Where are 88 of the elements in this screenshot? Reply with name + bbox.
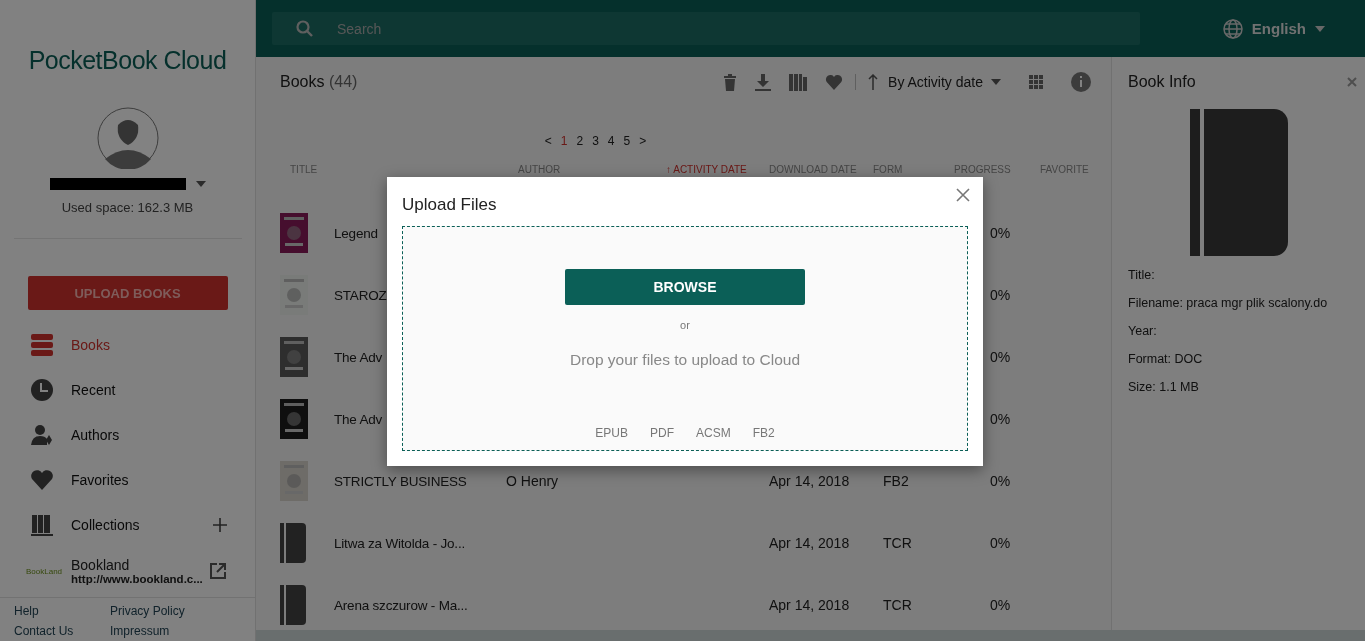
book-title[interactable]: Arena szczurow - Ma... (334, 597, 506, 613)
info-field: Year: (1128, 324, 1349, 352)
sidebar-item[interactable]: Books (71, 336, 227, 353)
info-field: Filename: praca mgr plik scalony.do (1128, 296, 1349, 324)
author-cell: O Henry (506, 473, 559, 489)
books-count: (44) (328, 73, 358, 90)
heart-icon[interactable] (825, 74, 844, 90)
or-text: or (680, 319, 690, 331)
search-icon (296, 20, 313, 37)
progress-cell: 0% (990, 287, 1011, 303)
globe-icon[interactable] (1222, 18, 1243, 39)
library-icon[interactable] (789, 73, 808, 91)
add-icon[interactable] (213, 517, 227, 532)
sidebar-item[interactable]: Recent (71, 381, 227, 398)
progress-cell: 0% (990, 411, 1011, 427)
progress-cell: 0% (990, 225, 1011, 241)
browse-button[interactable]: BROWSE (565, 269, 805, 305)
download-date-cell: Apr 14, 2018 (769, 473, 850, 489)
logo: PocketBook Cloud (28, 46, 227, 75)
format-cell: TCR (883, 535, 912, 551)
drop-zone[interactable]: BROWSE or Drop your files to upload to Cloud EPUB PDF ACSM FB2 (402, 226, 968, 451)
page-link[interactable]: 5 (623, 134, 631, 148)
panel-title: Book Info (1128, 73, 1196, 91)
grid-view-icon[interactable] (1029, 75, 1043, 89)
info-field: Format: DOC (1128, 352, 1349, 380)
bookland-link[interactable]: Bookland (71, 557, 209, 573)
previous-page[interactable]: < (544, 134, 552, 148)
format-label: PDF (650, 426, 674, 440)
book-title[interactable]: STRICTLY BUSINESS (334, 473, 506, 489)
progress-cell: 0% (990, 535, 1011, 551)
used-space: Used space: 162.3 MB (61, 200, 194, 215)
download-icon[interactable] (755, 73, 772, 91)
stacked-books-icon (30, 332, 54, 357)
caret-icon[interactable] (991, 79, 1001, 85)
book-icon (280, 523, 306, 563)
next-page[interactable]: > (639, 134, 647, 148)
bookland-url: http://www.bookland.c... (71, 573, 204, 585)
column-header[interactable]: FAVORITE (1040, 164, 1089, 180)
format-cell: TCR (883, 597, 912, 613)
info-field: Size: 1.1 MB (1128, 380, 1349, 408)
language-selector[interactable]: English (1251, 20, 1306, 37)
person-icon (30, 422, 54, 447)
info-icon[interactable] (1071, 72, 1091, 92)
column-header[interactable]: AUTHOR (518, 164, 666, 180)
heart-icon (30, 467, 54, 492)
column-header[interactable]: PROGRESS (954, 164, 1040, 180)
info-field: Title: (1128, 268, 1349, 296)
download-date-cell: Apr 14, 2018 (769, 535, 850, 551)
column-header[interactable]: TITLE (280, 164, 518, 180)
footer-link[interactable]: Impressum (110, 623, 241, 641)
page-link[interactable]: 1 (560, 134, 568, 148)
page-link[interactable]: 2 (576, 134, 584, 148)
footer-link[interactable]: Help (14, 604, 110, 622)
shelf-icon (30, 512, 54, 537)
sidebar-item[interactable]: Authors (71, 426, 227, 443)
footer-link[interactable]: Privacy Policy (110, 604, 241, 622)
page-link[interactable]: 3 (592, 134, 599, 148)
format-label: EPUB (595, 426, 628, 440)
column-header[interactable]: ↑ ACTIVITY DATE (666, 164, 769, 180)
close-icon[interactable] (1347, 77, 1357, 87)
sort-arrow-icon[interactable] (868, 74, 879, 90)
progress-cell: 0% (990, 349, 1011, 365)
format-label: FB2 (752, 426, 775, 440)
external-link-icon[interactable] (209, 562, 227, 580)
book-icon (280, 585, 306, 625)
dialog-title: Upload Files (402, 195, 497, 215)
download-date-cell: Apr 14, 2018 (769, 597, 850, 613)
sidebar-item[interactable]: Collections (71, 516, 213, 533)
format-label: ACSM (696, 426, 731, 440)
books-heading: Books (280, 73, 325, 90)
footer-link[interactable]: Contact Us (14, 623, 110, 641)
sidebar-item[interactable]: Favorites (71, 471, 227, 488)
book-icon (1189, 109, 1288, 256)
book-title[interactable]: Litwa za Witolda - Jo... (334, 535, 506, 551)
progress-cell: 0% (990, 597, 1011, 613)
progress-cell: 0% (990, 473, 1011, 489)
caret-icon[interactable] (1315, 25, 1325, 32)
format-cell: FB2 (883, 473, 909, 489)
sort-dropdown[interactable]: By Activity date (888, 74, 983, 90)
bookland-logo: BookLand (26, 566, 60, 576)
caret-icon[interactable] (195, 181, 206, 187)
close-icon[interactable] (956, 188, 970, 202)
drop-hint: Drop your files to upload to Cloud (569, 351, 801, 369)
avatar-icon (96, 107, 159, 169)
clock-icon (30, 377, 54, 402)
trash-icon[interactable] (723, 73, 738, 91)
search-field[interactable]: Search (272, 12, 1140, 45)
page-link[interactable]: 4 (607, 134, 615, 148)
